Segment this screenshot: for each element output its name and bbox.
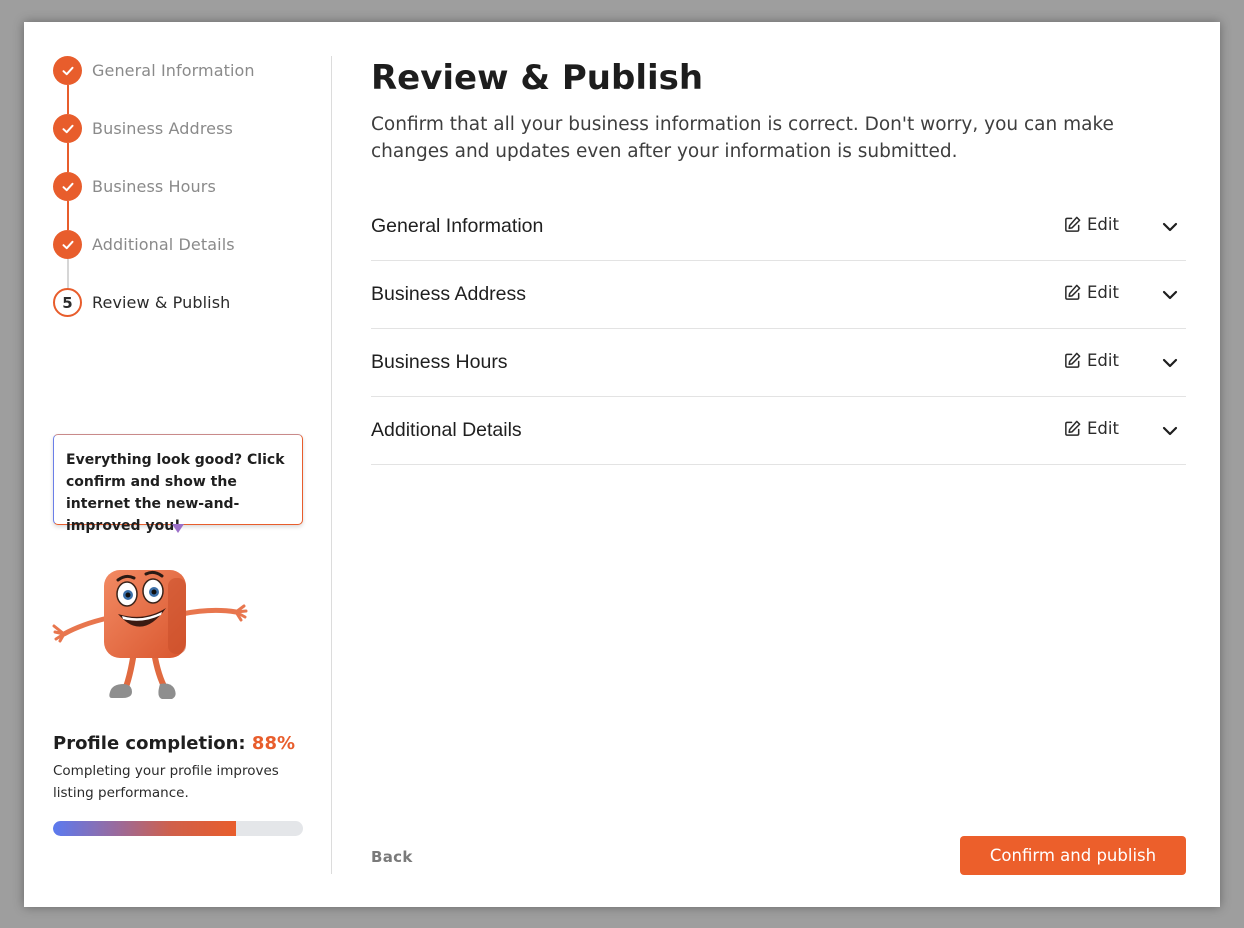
completion-progress-bar: [53, 821, 303, 836]
page-title: Review & Publish: [371, 58, 704, 98]
step-business-address[interactable]: Business Address: [53, 114, 313, 172]
check-icon: [62, 66, 73, 75]
edit-label: Edit: [1087, 215, 1119, 234]
edit-button[interactable]: Edit: [1063, 419, 1119, 438]
sidebar: General Information Business Address Bus…: [24, 22, 332, 907]
completion-progress-fill: [53, 821, 236, 836]
edit-icon: [1065, 420, 1081, 436]
edit-label: Edit: [1087, 283, 1119, 302]
completion-description: Completing your profile improves listing…: [53, 763, 279, 801]
completion-title-text: Profile completion:: [53, 733, 246, 754]
wizard-window: General Information Business Address Bus…: [24, 22, 1220, 907]
step-connector: [67, 143, 69, 172]
section-title: General Information: [371, 215, 544, 237]
step-label: Business Address: [92, 119, 233, 138]
chevron-down-icon[interactable]: [1161, 354, 1179, 372]
completion-percent: 88%: [251, 733, 296, 754]
step-complete-icon: [53, 114, 82, 143]
section-title: Business Hours: [371, 351, 508, 373]
step-label: General Information: [92, 61, 255, 80]
edit-icon: [1065, 352, 1081, 368]
step-complete-icon: [53, 230, 82, 259]
step-list: General Information Business Address Bus…: [53, 56, 313, 346]
step-complete-icon: [53, 56, 82, 85]
check-icon: [62, 182, 73, 191]
section-row-general-information[interactable]: General Information Edit: [371, 193, 1186, 261]
step-connector: [67, 259, 69, 288]
page-subtitle: Confirm that all your business informati…: [371, 114, 1114, 162]
step-label: Review & Publish: [92, 293, 231, 312]
chevron-down-icon[interactable]: [1161, 218, 1179, 236]
sidebar-divider: [331, 56, 332, 874]
step-label: Business Hours: [92, 177, 216, 196]
mascot-illustration: [52, 570, 248, 699]
edit-label: Edit: [1087, 351, 1119, 370]
completion-title: Profile completion: 88%: [53, 733, 313, 754]
profile-completion: Profile completion: 88% Completing your …: [53, 733, 313, 804]
section-title: Business Address: [371, 283, 527, 305]
chevron-down-icon[interactable]: [1161, 422, 1179, 440]
section-row-business-hours[interactable]: Business Hours Edit: [371, 329, 1186, 397]
step-review-publish[interactable]: 5 Review & Publish: [53, 288, 313, 346]
step-business-hours[interactable]: Business Hours: [53, 172, 313, 230]
edit-label: Edit: [1087, 419, 1119, 438]
edit-button[interactable]: Edit: [1063, 215, 1119, 234]
confirm-and-publish-button[interactable]: Confirm and publish: [960, 836, 1186, 875]
chevron-down-icon[interactable]: [1161, 286, 1179, 304]
main-content: Review & Publish Confirm that all your b…: [371, 22, 1186, 907]
step-connector: [67, 85, 69, 114]
speech-bubble: Everything look good? Click confirm and …: [53, 434, 303, 534]
step-label: Additional Details: [92, 235, 235, 254]
step-additional-details[interactable]: Additional Details: [53, 230, 313, 288]
step-complete-icon: [53, 172, 82, 201]
check-icon: [62, 124, 73, 133]
step-general-information[interactable]: General Information: [53, 56, 313, 114]
edit-icon: [1065, 284, 1081, 300]
edit-button[interactable]: Edit: [1063, 351, 1119, 370]
section-row-business-address[interactable]: Business Address Edit: [371, 261, 1186, 329]
section-title: Additional Details: [371, 419, 522, 441]
edit-icon: [1065, 216, 1081, 232]
back-button[interactable]: Back: [371, 848, 413, 866]
speech-bubble-tail: [172, 524, 184, 533]
step-number: 5: [62, 293, 73, 312]
step-connector: [67, 201, 69, 230]
check-icon: [62, 240, 73, 249]
section-row-additional-details[interactable]: Additional Details Edit: [371, 397, 1186, 465]
review-sections: General Information Edit Business Addres…: [371, 193, 1186, 465]
step-number-marker: 5: [53, 288, 82, 317]
edit-button[interactable]: Edit: [1063, 283, 1119, 302]
